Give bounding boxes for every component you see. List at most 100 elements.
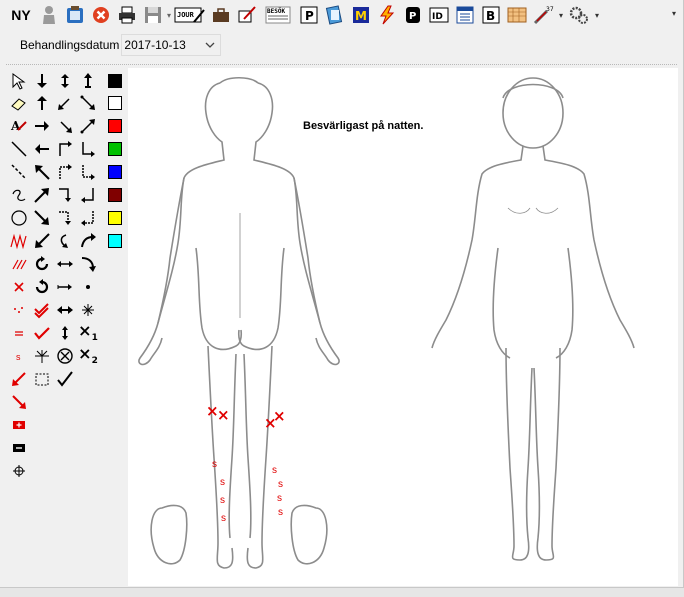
dots-tool[interactable] (8, 299, 30, 321)
selection-box-tool[interactable] (31, 368, 53, 390)
rotate-cw-tool[interactable] (31, 253, 53, 275)
elbow-left2-tool[interactable] (77, 207, 99, 229)
m-button[interactable]: M (348, 2, 374, 28)
settings-dropdown-indicator[interactable]: ▾ (592, 11, 602, 20)
b-button[interactable]: B (478, 2, 504, 28)
visit-button[interactable]: BESÖK (260, 2, 296, 28)
treatment-date-row: Behandlingsdatum 2017-10-13 (20, 34, 222, 56)
arrow-right-thin-tool[interactable] (54, 276, 76, 298)
arrow-down-left-tool[interactable] (31, 230, 53, 252)
elbow-arrow3-tool[interactable] (54, 184, 76, 206)
color-green[interactable] (104, 138, 126, 160)
color-yellow[interactable] (104, 207, 126, 229)
red-arrow-down-tool[interactable] (8, 391, 30, 413)
arrow-down-tool[interactable] (31, 70, 53, 92)
elbow-right2-tool[interactable] (77, 161, 99, 183)
arrow-right-tool[interactable] (31, 115, 53, 137)
color-cyan[interactable] (104, 230, 126, 252)
double-arrow-tool[interactable] (54, 253, 76, 275)
body-chart-canvas[interactable]: Besvärligast på natten. × × × × s s s s … (128, 68, 678, 586)
journal-button[interactable]: JOUR (172, 2, 208, 28)
elbow-right-tool[interactable] (77, 138, 99, 160)
dashed-line-tool[interactable] (8, 161, 30, 183)
arrow-diag4-tool[interactable] (77, 115, 99, 137)
double-arrow-up-icon (84, 73, 92, 88)
equals-tool[interactable] (8, 322, 30, 344)
curve-arrow2-tool[interactable] (77, 230, 99, 252)
cross-tool[interactable] (8, 276, 30, 298)
p-button[interactable]: P (296, 2, 322, 28)
s-mark-tool[interactable]: s (8, 345, 30, 367)
x2-tool[interactable]: ×2 (77, 345, 99, 367)
arrow-left-tool[interactable] (31, 138, 53, 160)
s-mark-icon: s (16, 352, 21, 362)
syringe-button[interactable]: 37 (530, 2, 556, 28)
phone-button[interactable]: P (400, 2, 426, 28)
arrow-updown2-tool[interactable] (77, 70, 99, 92)
asterisk-tool[interactable] (77, 299, 99, 321)
curve-arrow-tool[interactable] (54, 230, 76, 252)
print-button[interactable] (114, 2, 140, 28)
x1-tool[interactable]: ×1 (77, 322, 99, 344)
check-tool[interactable] (31, 299, 53, 321)
lightning-button[interactable] (374, 2, 400, 28)
zigzag-tool[interactable] (8, 230, 30, 252)
sign-button[interactable] (234, 2, 260, 28)
arrow-up-right-tool[interactable] (31, 184, 53, 206)
curve-arrow3-tool[interactable] (77, 253, 99, 275)
color-black[interactable] (104, 70, 126, 92)
minus-box-tool[interactable] (8, 437, 30, 459)
record-button[interactable] (62, 2, 88, 28)
map-button[interactable] (504, 2, 530, 28)
eraser-tool[interactable] (8, 92, 30, 114)
crosshair-tool[interactable] (8, 460, 30, 482)
curve-tool[interactable] (8, 184, 30, 206)
calendar-button[interactable] (452, 2, 478, 28)
rotate-ccw-tool[interactable] (31, 276, 53, 298)
double-arrow2-tool[interactable] (54, 299, 76, 321)
line-tool[interactable] (8, 138, 30, 160)
elbow-left-tool[interactable] (77, 184, 99, 206)
color-maroon[interactable] (104, 184, 126, 206)
treatment-date-select[interactable]: 2017-10-13 (121, 34, 222, 56)
dot-tool[interactable] (77, 276, 99, 298)
radiate-tool[interactable] (31, 345, 53, 367)
elbow-arrow2-tool[interactable] (54, 161, 76, 183)
hatch-tool[interactable] (8, 253, 30, 275)
circle-tool[interactable] (8, 207, 30, 229)
color-red[interactable] (104, 115, 126, 137)
syringe-dropdown-indicator[interactable]: ▾ (556, 11, 566, 20)
check-black-tool[interactable] (54, 368, 76, 390)
red-check-tool[interactable] (31, 322, 53, 344)
arrow-up-left-tool[interactable] (31, 161, 53, 183)
settings-button[interactable] (566, 2, 592, 28)
arrow-down-right-tool[interactable] (31, 207, 53, 229)
color-blue[interactable] (104, 161, 126, 183)
save-icon (145, 7, 161, 23)
arrow-diag3-tool[interactable] (77, 92, 99, 114)
p-icon: P (300, 6, 318, 24)
arrow-up-tool[interactable] (31, 92, 53, 114)
arrow-diag2-tool[interactable] (54, 115, 76, 137)
user-button[interactable] (36, 2, 62, 28)
color-white[interactable] (104, 92, 126, 114)
select-tool[interactable] (8, 70, 30, 92)
elbow-arrow-tool[interactable] (54, 138, 76, 160)
text-tool[interactable]: A (8, 115, 30, 137)
arrow-diag-tool[interactable] (54, 92, 76, 114)
new-button[interactable]: NY (6, 2, 36, 28)
save-button[interactable] (140, 2, 166, 28)
delete-button[interactable] (88, 2, 114, 28)
id-button[interactable]: ID (426, 2, 452, 28)
arrow-updown-tool[interactable] (54, 70, 76, 92)
briefcase-button[interactable] (208, 2, 234, 28)
notes-button[interactable] (322, 2, 348, 28)
toolbar-overflow-button[interactable]: ▾ (667, 9, 681, 23)
red-arrow-tool[interactable] (8, 368, 30, 390)
symptom-s-mark: s (220, 495, 225, 506)
elbow-arrow4-tool[interactable] (54, 207, 76, 229)
plus-box-tool[interactable] (8, 414, 30, 436)
vertical-double-arrow-tool[interactable] (54, 322, 76, 344)
circle-x-tool[interactable] (54, 345, 76, 367)
rotate-clockwise-icon (35, 256, 49, 271)
